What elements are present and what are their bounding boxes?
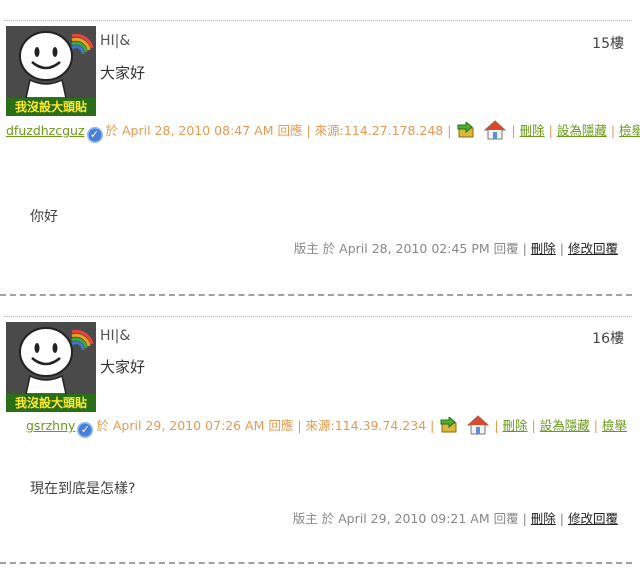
comment-meta-text: 於 April 28, 2010 08:47 AM 回應 | 來源:114.27… xyxy=(105,123,452,138)
home-icon[interactable] xyxy=(467,415,490,444)
report-link[interactable]: 檢舉 xyxy=(619,123,640,138)
comment-content: 大家好 xyxy=(100,358,146,376)
verified-check-icon: ✓ xyxy=(77,422,94,438)
reply-content: 現在到底是怎樣? xyxy=(30,481,136,497)
reply-meta: 版主 於 April 29, 2010 09:21 AM 回覆 | 刪除 | 修… xyxy=(292,511,618,526)
comment-meta-text: 於 April 29, 2010 07:26 AM 回應 | 來源:114.39… xyxy=(96,418,435,433)
verified-check-icon: ✓ xyxy=(86,127,103,143)
post-separator xyxy=(0,294,632,296)
floor-number: 16樓 xyxy=(592,331,624,347)
home-icon[interactable] xyxy=(484,120,507,149)
hide-link[interactable]: 設為隱藏 xyxy=(540,418,590,433)
ip-lookup-icon[interactable] xyxy=(456,120,478,149)
hide-link[interactable]: 設為隱藏 xyxy=(557,123,607,138)
delete-link[interactable]: 刪除 xyxy=(503,418,528,433)
post-divider xyxy=(4,316,632,317)
reply-meta: 版主 於 April 28, 2010 02:45 PM 回覆 | 刪除 | 修… xyxy=(293,241,618,256)
comment-title: HI|& xyxy=(100,328,131,344)
avatar-caption: 我沒設大頭貼 xyxy=(6,98,96,116)
reply-delete-link[interactable]: 刪除 xyxy=(531,511,556,526)
reply-meta-text: 版主 於 April 28, 2010 02:45 PM 回覆 | xyxy=(293,241,527,256)
report-link[interactable]: 檢舉 xyxy=(602,418,627,433)
reply-content: 你好 xyxy=(30,209,58,225)
post-separator xyxy=(0,562,632,564)
avatar[interactable]: 我沒設大頭貼 xyxy=(6,322,96,412)
author-link[interactable]: dfuzdhzcguz xyxy=(6,123,85,138)
post-divider-top xyxy=(4,20,632,21)
author-link[interactable]: gsrzhny xyxy=(26,418,75,433)
edit-reply-link[interactable]: 修改回覆 xyxy=(568,241,618,256)
reply-meta-text: 版主 於 April 29, 2010 09:21 AM 回覆 | xyxy=(292,511,527,526)
avatar-caption: 我沒設大頭貼 xyxy=(6,394,96,412)
delete-link[interactable]: 刪除 xyxy=(520,123,545,138)
avatar[interactable]: 我沒設大頭貼 xyxy=(6,26,96,116)
edit-reply-link[interactable]: 修改回覆 xyxy=(568,511,618,526)
reply-delete-link[interactable]: 刪除 xyxy=(531,241,556,256)
floor-number: 15樓 xyxy=(592,36,624,52)
comment-title: HI|& xyxy=(100,33,131,49)
comment-meta: dfuzdhzcguz ✓ 於 April 28, 2010 08:47 AM 回應… xyxy=(6,118,640,170)
comment-content: 大家好 xyxy=(100,64,146,82)
ip-lookup-icon[interactable] xyxy=(439,415,461,444)
comment-meta: gsrzhny ✓ 於 April 29, 2010 07:26 AM 回應 | 來… xyxy=(26,413,628,444)
